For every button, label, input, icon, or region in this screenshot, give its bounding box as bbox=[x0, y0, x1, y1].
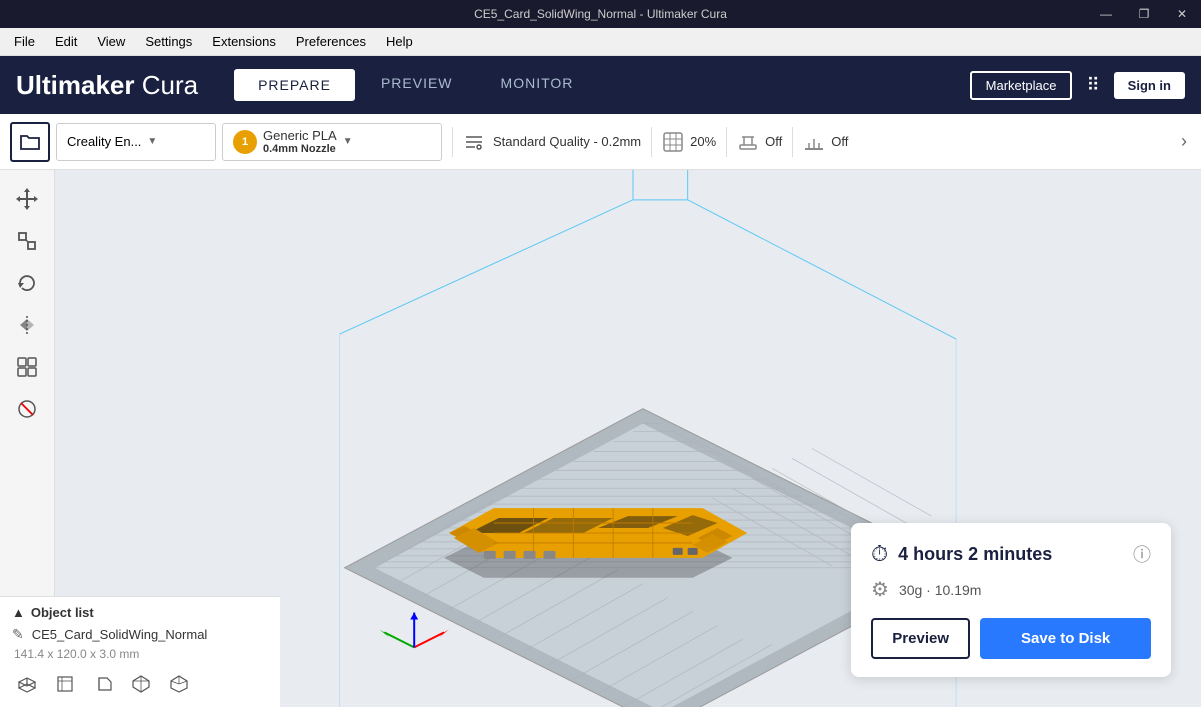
object-dimensions: 141.4 x 120.0 x 3.0 mm bbox=[14, 647, 268, 661]
mirror-icon bbox=[16, 314, 38, 336]
toolbar-separator-4 bbox=[792, 127, 793, 157]
material-dropdown[interactable]: 1 Generic PLA 0.4mm Nozzle ▼ bbox=[222, 123, 442, 161]
marketplace-button[interactable]: Marketplace bbox=[970, 71, 1073, 100]
object-top-view-tool[interactable] bbox=[126, 669, 156, 699]
menu-file[interactable]: File bbox=[4, 32, 45, 51]
print-time-text: 4 hours 2 minutes bbox=[898, 544, 1052, 565]
tab-monitor[interactable]: MONITOR bbox=[479, 69, 596, 101]
toolbar-expand-button[interactable]: › bbox=[1177, 127, 1191, 156]
menu-settings[interactable]: Settings bbox=[135, 32, 202, 51]
menu-edit[interactable]: Edit bbox=[45, 32, 87, 51]
cube-iso-icon bbox=[169, 674, 189, 694]
printer-dropdown[interactable]: Creality En... ▼ bbox=[56, 123, 216, 161]
quality-section[interactable]: Standard Quality - 0.2mm bbox=[463, 131, 641, 153]
rotate-tool[interactable] bbox=[8, 264, 46, 302]
nav-tabs: PREPARE PREVIEW MONITOR bbox=[234, 69, 595, 101]
apps-grid-icon[interactable]: ⠿ bbox=[1082, 71, 1103, 100]
chevron-up-icon: ▲ bbox=[12, 605, 25, 620]
object-front-view-tool[interactable] bbox=[50, 669, 80, 699]
support-section[interactable]: Off bbox=[737, 131, 782, 153]
logo-light: Cura bbox=[135, 70, 199, 100]
save-to-disk-button[interactable]: Save to Disk bbox=[980, 618, 1151, 659]
adhesion-value: Off bbox=[831, 134, 848, 149]
print-time-row: ⏱ 4 hours 2 minutes ⓘ bbox=[871, 541, 1151, 567]
object-side-view-tool[interactable] bbox=[88, 669, 118, 699]
adhesion-icon bbox=[803, 131, 825, 153]
material-usage-text: 30g · 10.19m bbox=[899, 582, 982, 598]
titlebar-controls: — ❐ ✕ bbox=[1087, 0, 1201, 28]
logo-bold: Ultimaker bbox=[16, 70, 135, 100]
support-tool[interactable] bbox=[8, 390, 46, 428]
signin-button[interactable]: Sign in bbox=[1114, 72, 1185, 99]
printer-name: Creality En... bbox=[67, 134, 141, 149]
support-blocker-icon bbox=[16, 398, 38, 420]
material-usage-row: ⚙ 30g · 10.19m bbox=[871, 577, 1151, 602]
object-list-item: ✎ CE5_Card_SolidWing_Normal bbox=[12, 626, 268, 643]
info-icon[interactable]: ⓘ bbox=[1133, 541, 1151, 567]
open-folder-button[interactable] bbox=[10, 122, 50, 162]
per-model-icon bbox=[16, 356, 38, 378]
restore-button[interactable]: ❐ bbox=[1125, 0, 1163, 28]
object-perspective-tool[interactable] bbox=[12, 669, 42, 699]
infill-value: 20% bbox=[690, 134, 716, 149]
material-chevron-icon: ▼ bbox=[343, 136, 353, 147]
scale-tool[interactable] bbox=[8, 222, 46, 260]
tab-prepare[interactable]: PREPARE bbox=[234, 69, 355, 101]
spool-icon: ⚙ bbox=[871, 577, 889, 602]
print-time-card: ⏱ 4 hours 2 minutes ⓘ ⚙ 30g · 10.19m Pre… bbox=[851, 523, 1171, 677]
object-list-toggle[interactable]: ▲ Object list bbox=[12, 605, 268, 620]
titlebar-title: CE5_Card_SolidWing_Normal - Ultimaker Cu… bbox=[474, 7, 727, 21]
tab-preview[interactable]: PREVIEW bbox=[359, 69, 475, 101]
app-logo: Ultimaker Cura bbox=[16, 70, 198, 101]
infill-section[interactable]: 20% bbox=[662, 131, 716, 153]
titlebar: CE5_Card_SolidWing_Normal - Ultimaker Cu… bbox=[0, 0, 1201, 28]
adhesion-section[interactable]: Off bbox=[803, 131, 848, 153]
clock-icon: ⏱ bbox=[871, 541, 888, 567]
menu-view[interactable]: View bbox=[87, 32, 135, 51]
per-model-settings-tool[interactable] bbox=[8, 348, 46, 386]
material-name: Generic PLA bbox=[263, 128, 337, 143]
toolbar: Creality En... ▼ 1 Generic PLA 0.4mm Noz… bbox=[0, 114, 1201, 170]
preview-button[interactable]: Preview bbox=[871, 618, 970, 659]
support-icon bbox=[737, 131, 759, 153]
toolbar-separator bbox=[452, 127, 453, 157]
minimize-button[interactable]: — bbox=[1087, 0, 1125, 28]
cube-side-icon bbox=[93, 674, 113, 694]
menu-extensions[interactable]: Extensions bbox=[202, 32, 286, 51]
header: Ultimaker Cura PREPARE PREVIEW MONITOR M… bbox=[0, 56, 1201, 114]
toolbar-separator-3 bbox=[726, 127, 727, 157]
folder-icon bbox=[19, 133, 41, 151]
object-name: CE5_Card_SolidWing_Normal bbox=[32, 627, 208, 642]
print-time-left: ⏱ 4 hours 2 minutes bbox=[871, 541, 1052, 567]
material-info: Generic PLA 0.4mm Nozzle bbox=[263, 128, 337, 155]
toolbar-separator-2 bbox=[651, 127, 652, 157]
cube-top-icon bbox=[131, 674, 151, 694]
nozzle-size: 0.4mm Nozzle bbox=[263, 143, 337, 155]
edit-icon[interactable]: ✎ bbox=[12, 626, 24, 643]
menu-help[interactable]: Help bbox=[376, 32, 423, 51]
close-button[interactable]: ✕ bbox=[1163, 0, 1201, 28]
support-value: Off bbox=[765, 134, 782, 149]
mirror-tool[interactable] bbox=[8, 306, 46, 344]
infill-icon bbox=[662, 131, 684, 153]
object-list-label: Object list bbox=[31, 605, 94, 620]
object-iso-view-tool[interactable] bbox=[164, 669, 194, 699]
quality-label: Standard Quality - 0.2mm bbox=[493, 134, 641, 149]
move-icon bbox=[16, 188, 38, 210]
menu-preferences[interactable]: Preferences bbox=[286, 32, 376, 51]
menubar: File Edit View Settings Extensions Prefe… bbox=[0, 28, 1201, 56]
cube-perspective-icon bbox=[17, 674, 37, 694]
card-action-buttons: Preview Save to Disk bbox=[871, 618, 1151, 659]
rotate-icon bbox=[16, 272, 38, 294]
header-right: Marketplace ⠿ Sign in bbox=[970, 71, 1185, 100]
bottom-panel: ▲ Object list ✎ CE5_Card_SolidWing_Norma… bbox=[0, 596, 280, 707]
object-tools bbox=[12, 669, 268, 699]
move-tool[interactable] bbox=[8, 180, 46, 218]
scale-icon bbox=[16, 230, 38, 252]
quality-icon bbox=[463, 131, 485, 153]
cube-front-icon bbox=[55, 674, 75, 694]
printer-chevron-icon: ▼ bbox=[147, 136, 157, 147]
nozzle-badge: 1 bbox=[233, 130, 257, 154]
